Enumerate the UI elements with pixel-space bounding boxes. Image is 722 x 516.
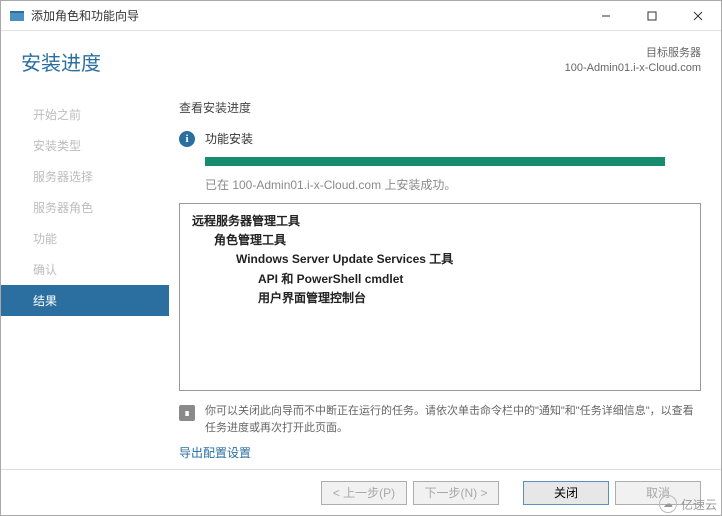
step-before-begin: 开始之前 xyxy=(1,99,169,130)
target-server-label: 目标服务器 xyxy=(565,46,701,61)
info-icon: i xyxy=(179,131,195,147)
step-server-roles: 服务器角色 xyxy=(1,192,169,223)
close-wizard-button[interactable]: 关闭 xyxy=(523,481,609,505)
minimize-button[interactable] xyxy=(583,1,629,30)
steps-sidebar: 开始之前 安装类型 服务器选择 服务器角色 功能 确认 结果 xyxy=(1,91,169,469)
window-controls xyxy=(583,1,721,30)
maximize-button[interactable] xyxy=(629,1,675,30)
next-button: 下一步(N) > xyxy=(413,481,499,505)
step-results: 结果 xyxy=(1,285,169,316)
window-title: 添加角色和功能向导 xyxy=(31,7,583,24)
result-item: API 和 PowerShell cmdlet xyxy=(258,270,688,289)
titlebar: 添加角色和功能向导 xyxy=(1,1,721,31)
main-panel: 查看安装进度 i 功能安装 已在 100-Admin01.i-x-Cloud.c… xyxy=(169,91,721,469)
step-confirm: 确认 xyxy=(1,254,169,285)
target-server-name: 100-Admin01.i-x-Cloud.com xyxy=(565,61,701,76)
wizard-window: 添加角色和功能向导 安装进度 目标服务器 100-Admin01.i-x-Clo… xyxy=(0,0,722,516)
status-row: i 功能安装 xyxy=(179,130,701,147)
target-server-info: 目标服务器 100-Admin01.i-x-Cloud.com xyxy=(565,46,701,77)
body: 开始之前 安装类型 服务器选择 服务器角色 功能 确认 结果 查看安装进度 i … xyxy=(1,91,721,469)
note-row: ∎ 你可以关闭此向导而不中断正在运行的任务。请依次单击命令栏中的"通知"和"任务… xyxy=(179,403,701,436)
footer: < 上一步(P) 下一步(N) > 关闭 取消 xyxy=(1,469,721,515)
header: 安装进度 目标服务器 100-Admin01.i-x-Cloud.com xyxy=(1,31,721,91)
step-features: 功能 xyxy=(1,223,169,254)
progress-bar xyxy=(205,157,665,166)
cancel-button: 取消 xyxy=(615,481,701,505)
result-item: 远程服务器管理工具 xyxy=(192,212,688,231)
note-text: 你可以关闭此向导而不中断正在运行的任务。请依次单击命令栏中的"通知"和"任务详细… xyxy=(205,403,701,436)
results-box[interactable]: 远程服务器管理工具 角色管理工具 Windows Server Update S… xyxy=(179,203,701,391)
section-label: 查看安装进度 xyxy=(179,99,701,116)
previous-button: < 上一步(P) xyxy=(321,481,407,505)
step-install-type: 安装类型 xyxy=(1,130,169,161)
success-text: 已在 100-Admin01.i-x-Cloud.com 上安装成功。 xyxy=(205,176,701,193)
app-icon xyxy=(9,8,25,24)
export-config-link[interactable]: 导出配置设置 xyxy=(179,444,701,461)
close-button[interactable] xyxy=(675,1,721,30)
page-title: 安装进度 xyxy=(21,47,101,76)
result-item: 用户界面管理控制台 xyxy=(258,289,688,308)
result-item: 角色管理工具 xyxy=(214,231,688,250)
step-server-selection: 服务器选择 xyxy=(1,161,169,192)
result-item: Windows Server Update Services 工具 xyxy=(236,250,688,269)
flag-icon: ∎ xyxy=(179,405,195,421)
status-label: 功能安装 xyxy=(205,130,253,147)
